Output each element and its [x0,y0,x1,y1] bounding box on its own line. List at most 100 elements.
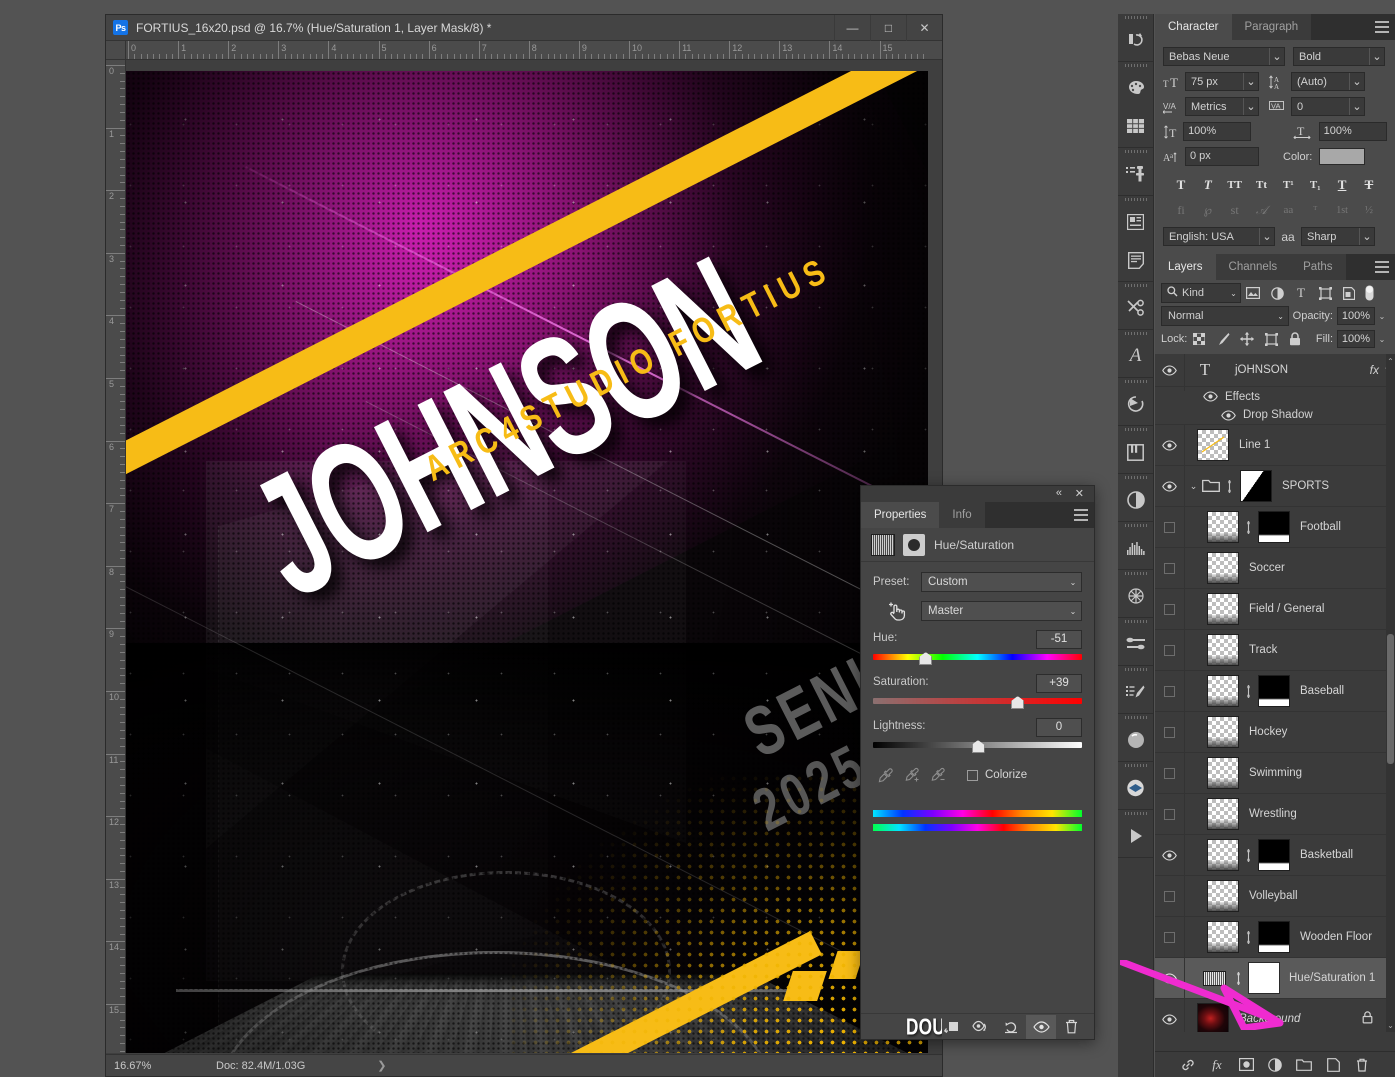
superscript-button[interactable]: T¹ [1276,175,1300,195]
ruler-corner[interactable] [106,41,126,60]
faux-italic-button[interactable]: T [1196,175,1220,195]
layer-row[interactable]: Line 1 [1155,424,1395,466]
layer-visibility-toggle[interactable] [1155,875,1185,917]
lock-position-icon[interactable] [1235,329,1259,349]
background-layer-thumbnail[interactable] [1197,1003,1229,1032]
layer-visibility-toggle[interactable] [1155,711,1185,753]
layer-visibility-toggle[interactable] [1155,998,1185,1032]
strikethrough-button[interactable]: T [1357,175,1381,195]
saturation-slider-knob[interactable] [1011,696,1025,709]
tab-layers[interactable]: Layers [1155,254,1216,280]
layer-row[interactable]: Wooden Floor [1155,916,1395,958]
clone-source-icon[interactable] [1118,155,1153,193]
reset-icon[interactable] [996,1015,1026,1039]
layer-row[interactable]: Soccer [1155,547,1395,589]
timeline-icon[interactable] [1118,817,1153,855]
layer-thumbnail[interactable] [1207,675,1239,707]
collapse-icon[interactable]: « [1056,487,1062,499]
maximize-button[interactable]: □ [870,15,906,41]
layer-thumbnail[interactable] [1207,716,1239,748]
history-icon[interactable] [1118,21,1153,59]
tracking-select[interactable]: 0 ⌄ [1291,97,1365,116]
fill-value[interactable]: 100% [1337,330,1375,348]
layer-row[interactable]: Volleyball [1155,875,1395,917]
layer-visibility-toggle[interactable] [1155,670,1185,712]
tab-character[interactable]: Character [1155,14,1232,40]
histogram-icon[interactable] [1118,529,1153,567]
fill-chevron-down-icon[interactable]: ⌄ [1375,330,1389,348]
paths-icon[interactable] [1118,385,1153,423]
layer-row[interactable]: Track [1155,629,1395,671]
layer-row[interactable]: Football [1155,506,1395,548]
subscript-button[interactable]: T₁ [1303,175,1327,195]
layer-visibility-toggle[interactable] [1155,916,1185,958]
layer-thumbnail[interactable] [1207,757,1239,789]
type-layer-thumbnail[interactable]: T [1185,360,1225,380]
add-style-icon[interactable]: fx [1208,1056,1226,1074]
type-filter-icon[interactable]: T [1289,283,1313,303]
baseline-shift-field[interactable]: 0 px [1185,147,1259,166]
link-icon[interactable] [1242,848,1255,862]
text-color-swatch[interactable] [1319,148,1366,165]
lightness-value[interactable]: 0 [1036,718,1082,737]
hue-slider-track[interactable] [873,652,1082,665]
eyedropper-add-icon[interactable] [899,764,925,786]
dock-grip[interactable] [1118,196,1153,203]
layers-panel-menu-icon[interactable] [1375,261,1389,276]
layer-list[interactable]: T jOHNSON fx ⌃ Effects Drop Shadow [1155,354,1395,1032]
layer-thumbnail[interactable] [1207,511,1239,543]
discretionary-ligatures-button[interactable]: st [1223,200,1247,220]
properties-panel-menu-icon[interactable] [1074,509,1088,524]
hue-value[interactable]: -51 [1036,630,1082,649]
contextual-alternates-button[interactable]: ℘ [1196,200,1220,220]
layer-visibility-toggle[interactable] [1155,793,1185,835]
layer-mask-thumbnail[interactable] [1258,921,1290,953]
group-expand-chevron-icon[interactable]: ⌄ [1187,481,1200,492]
tab-paragraph[interactable]: Paragraph [1231,14,1312,40]
layer-comps-icon[interactable] [1118,769,1153,807]
canvas-area[interactable]: JOHNSON ARC4STUDIO FORTIUS SENIOR 2025 D… [126,60,942,1053]
layer-row[interactable]: Wrestling [1155,793,1395,835]
tab-paths[interactable]: Paths [1290,254,1346,280]
layer-thumbnail[interactable] [1197,429,1229,461]
layer-effects-row[interactable]: Effects [1155,387,1395,406]
layer-thumbnail[interactable] [1207,552,1239,584]
dock-grip[interactable] [1118,714,1153,721]
libraries-icon[interactable] [1118,433,1153,471]
font-style-select[interactable]: Bold ⌄ [1293,47,1385,66]
lock-artboard-icon[interactable] [1259,329,1283,349]
swash-button[interactable]: 𝒜 [1250,200,1274,220]
layer-row[interactable]: Hue/Saturation 1 [1155,957,1395,999]
layer-thumbnail[interactable] [1207,798,1239,830]
brushes-icon[interactable] [1118,673,1153,711]
new-adjustment-icon[interactable] [1266,1056,1284,1074]
tab-properties[interactable]: Properties [861,502,940,528]
toggle-visibility-icon[interactable] [1026,1014,1056,1039]
titling-alternates-button[interactable]: ᵀ [1303,200,1327,220]
layer-row[interactable]: Field / General [1155,588,1395,630]
navigator-icon[interactable] [1118,577,1153,615]
color-grid-icon[interactable] [1118,107,1153,145]
dock-grip[interactable] [1118,282,1153,289]
lock-all-icon[interactable] [1283,329,1307,349]
zoom-level[interactable]: 16.67% [106,1060,168,1072]
opacity-value[interactable]: 100% [1337,307,1375,325]
layer-thumbnail[interactable] [1207,839,1239,871]
group-mask-thumbnail[interactable] [1240,470,1272,502]
properties-panel-titlebar[interactable]: « ✕ [861,486,1094,502]
vertical-scale-field[interactable]: 100% [1183,122,1252,141]
layer-row[interactable]: Basketball [1155,834,1395,876]
link-icon[interactable] [1232,971,1245,985]
leading-select[interactable]: (Auto) ⌄ [1291,72,1365,91]
saturation-value[interactable]: +39 [1036,674,1082,693]
layer-visibility-toggle[interactable] [1155,424,1185,466]
lock-transparent-icon[interactable] [1187,329,1211,349]
layer-row[interactable]: Background [1155,998,1395,1032]
dock-grip[interactable] [1118,62,1153,69]
layer-visibility-toggle[interactable] [1155,465,1185,507]
view-previous-state-icon[interactable] [966,1015,996,1039]
channel-select[interactable]: Master ⌄ [921,601,1082,621]
layer-effect-item[interactable]: Drop Shadow [1155,406,1395,425]
delete-adjustment-icon[interactable] [1056,1015,1086,1039]
status-expand-arrow[interactable]: ❯ [305,1059,386,1072]
